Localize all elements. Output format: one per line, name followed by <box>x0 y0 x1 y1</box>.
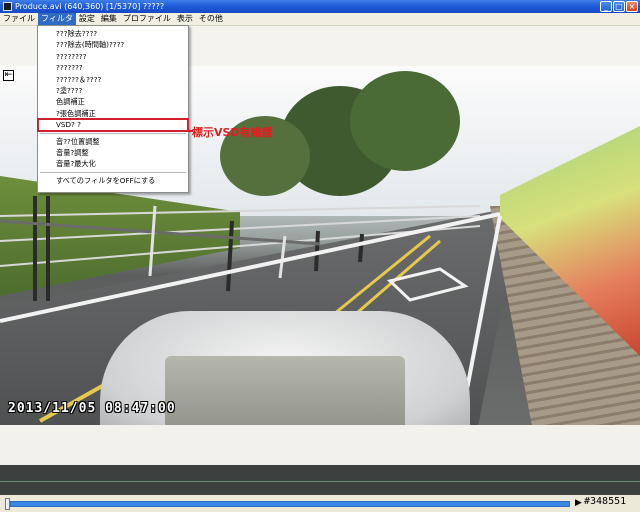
menu-item-filter-5[interactable]: ??????＆???? <box>38 74 188 85</box>
menu-item-filter-3[interactable]: ???????? <box>38 51 188 62</box>
timeline-line <box>0 481 640 482</box>
filter-menu: ???除去???? ???除去(時間軸)???? ???????? ??????… <box>37 25 189 193</box>
app-icon <box>3 2 12 11</box>
close-button[interactable]: × <box>626 1 638 12</box>
menu-other[interactable]: その他 <box>196 13 226 25</box>
window-title: Produce.avi (640,360) [1/5370] ????? <box>15 2 165 11</box>
menu-settings[interactable]: 設定 <box>76 13 98 25</box>
timeline-strip <box>0 465 640 495</box>
title-bar: Produce.avi (640,360) [1/5370] ????? _ □… <box>0 0 640 13</box>
window-controls: _ □ × <box>600 1 638 12</box>
speedometer-display <box>165 356 405 425</box>
seek-track[interactable] <box>10 501 570 507</box>
menu-item-volume-adjust[interactable]: 音量?調整 <box>38 147 188 158</box>
seek-thumb[interactable] <box>5 498 10 510</box>
menu-item-fill[interactable]: ?塗???? <box>38 85 188 96</box>
menu-file[interactable]: ファイル <box>0 13 38 25</box>
menu-item-audio-position[interactable]: 音??位置調整 <box>38 136 188 147</box>
menu-profile[interactable]: プロファイル <box>120 13 174 25</box>
menu-item-noise-removal-time[interactable]: ???除去(時間軸)???? <box>38 39 188 50</box>
collapse-icon[interactable]: ⇤ <box>3 70 14 81</box>
tree-canopy <box>350 71 460 171</box>
menu-item-all-filters-off[interactable]: すべてのフィルタをOFFにする <box>38 175 188 186</box>
menu-item-vsd[interactable]: VSD? ? <box>37 118 189 132</box>
frame-counter: #348551 <box>584 496 627 507</box>
menu-filter[interactable]: フィルタ <box>38 13 76 25</box>
maximize-button[interactable]: □ <box>613 1 625 12</box>
menu-item-noise-removal[interactable]: ???除去???? <box>38 28 188 39</box>
annotation-label: 標示VSD有維護 <box>192 126 273 139</box>
lower-panel <box>0 425 640 465</box>
menu-item-extended-color-correction[interactable]: ?張色調補正 <box>38 108 188 119</box>
seek-bar: ▶ #348551 <box>0 495 640 512</box>
play-icon[interactable]: ▶ <box>575 498 582 508</box>
minimize-button[interactable]: _ <box>600 1 612 12</box>
menu-item-color-correction[interactable]: 色調補正 <box>38 96 188 107</box>
menu-item-filter-4[interactable]: ??????? <box>38 62 188 73</box>
video-timestamp: 2013/11/05 08:47:00 <box>8 401 176 416</box>
menu-edit[interactable]: 編集 <box>98 13 120 25</box>
menu-view[interactable]: 表示 <box>174 13 196 25</box>
menu-item-volume-maximize[interactable]: 音量?最大化 <box>38 158 188 169</box>
